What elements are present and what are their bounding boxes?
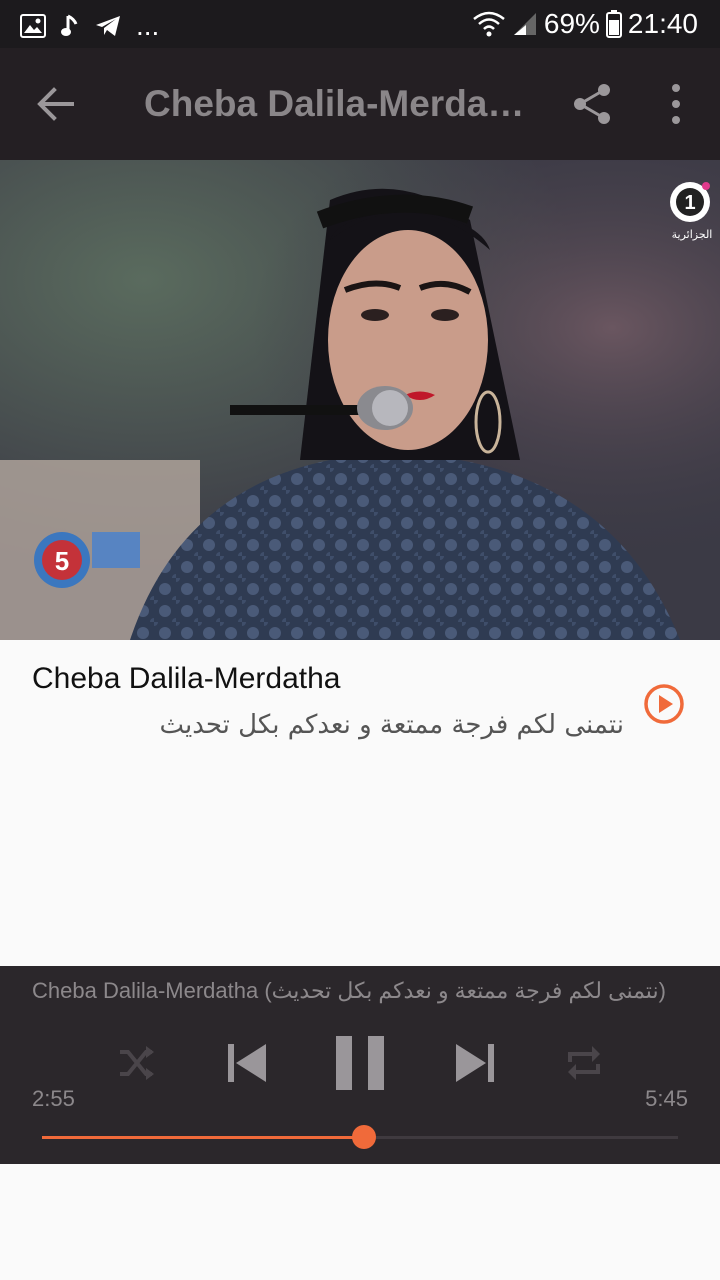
svg-text:5: 5 bbox=[55, 546, 69, 576]
more-vert-icon[interactable] bbox=[664, 82, 688, 126]
skip-next-icon[interactable] bbox=[452, 1042, 496, 1084]
track-title: Cheba Dalila-Merdatha bbox=[32, 662, 341, 695]
channel-logo-text: الجزائرية bbox=[672, 228, 713, 241]
pause-icon[interactable] bbox=[334, 1034, 386, 1092]
page-title: Cheba Dalila-Merda… bbox=[144, 83, 525, 124]
video-thumbnail[interactable]: 1 الجزائرية 5 bbox=[0, 160, 720, 640]
image-icon bbox=[20, 14, 46, 38]
clock: 21:40 bbox=[627, 8, 698, 39]
status-overflow: ... bbox=[136, 10, 160, 41]
skip-previous-icon[interactable] bbox=[226, 1042, 270, 1084]
app-bar: Cheba Dalila-Merda… bbox=[0, 48, 720, 160]
arrow-back-icon[interactable] bbox=[34, 82, 78, 126]
media-player: Cheba Dalila-Merdatha (نتمنى لكم فرجة مم… bbox=[0, 966, 720, 1164]
video-frame: 1 الجزائرية 5 bbox=[0, 160, 720, 640]
share-icon[interactable] bbox=[570, 82, 614, 126]
track-list-item[interactable]: Cheba Dalila-Merdatha نتمنى لكم فرجة ممت… bbox=[0, 640, 720, 780]
music-note-icon bbox=[61, 14, 78, 36]
signal-icon bbox=[513, 13, 536, 35]
play-circle-icon[interactable] bbox=[642, 682, 686, 726]
track-subtitle: نتمنى لكم فرجة ممتعة و نعدكم بكل تحديث bbox=[159, 710, 624, 740]
status-right: 69% 21:40 bbox=[472, 6, 698, 42]
battery-percent: 69% bbox=[543, 8, 600, 39]
channel-logo-number: 1 bbox=[684, 192, 695, 214]
seek-bar-progress bbox=[42, 1136, 364, 1139]
status-bar: ... 69% 21:40 bbox=[0, 0, 720, 48]
total-duration: 5:45 bbox=[645, 1086, 688, 1111]
battery-icon bbox=[605, 10, 622, 38]
elapsed-time: 2:55 bbox=[32, 1086, 75, 1111]
telegram-icon bbox=[96, 16, 120, 36]
shuffle-icon[interactable] bbox=[118, 1044, 156, 1082]
status-left-icons: ... bbox=[20, 8, 159, 44]
seek-bar-thumb[interactable] bbox=[352, 1125, 376, 1149]
now-playing-text: Cheba Dalila-Merdatha (نتمنى لكم فرجة مم… bbox=[32, 978, 666, 1003]
wifi-icon bbox=[473, 11, 505, 37]
repeat-icon[interactable] bbox=[564, 1044, 604, 1082]
